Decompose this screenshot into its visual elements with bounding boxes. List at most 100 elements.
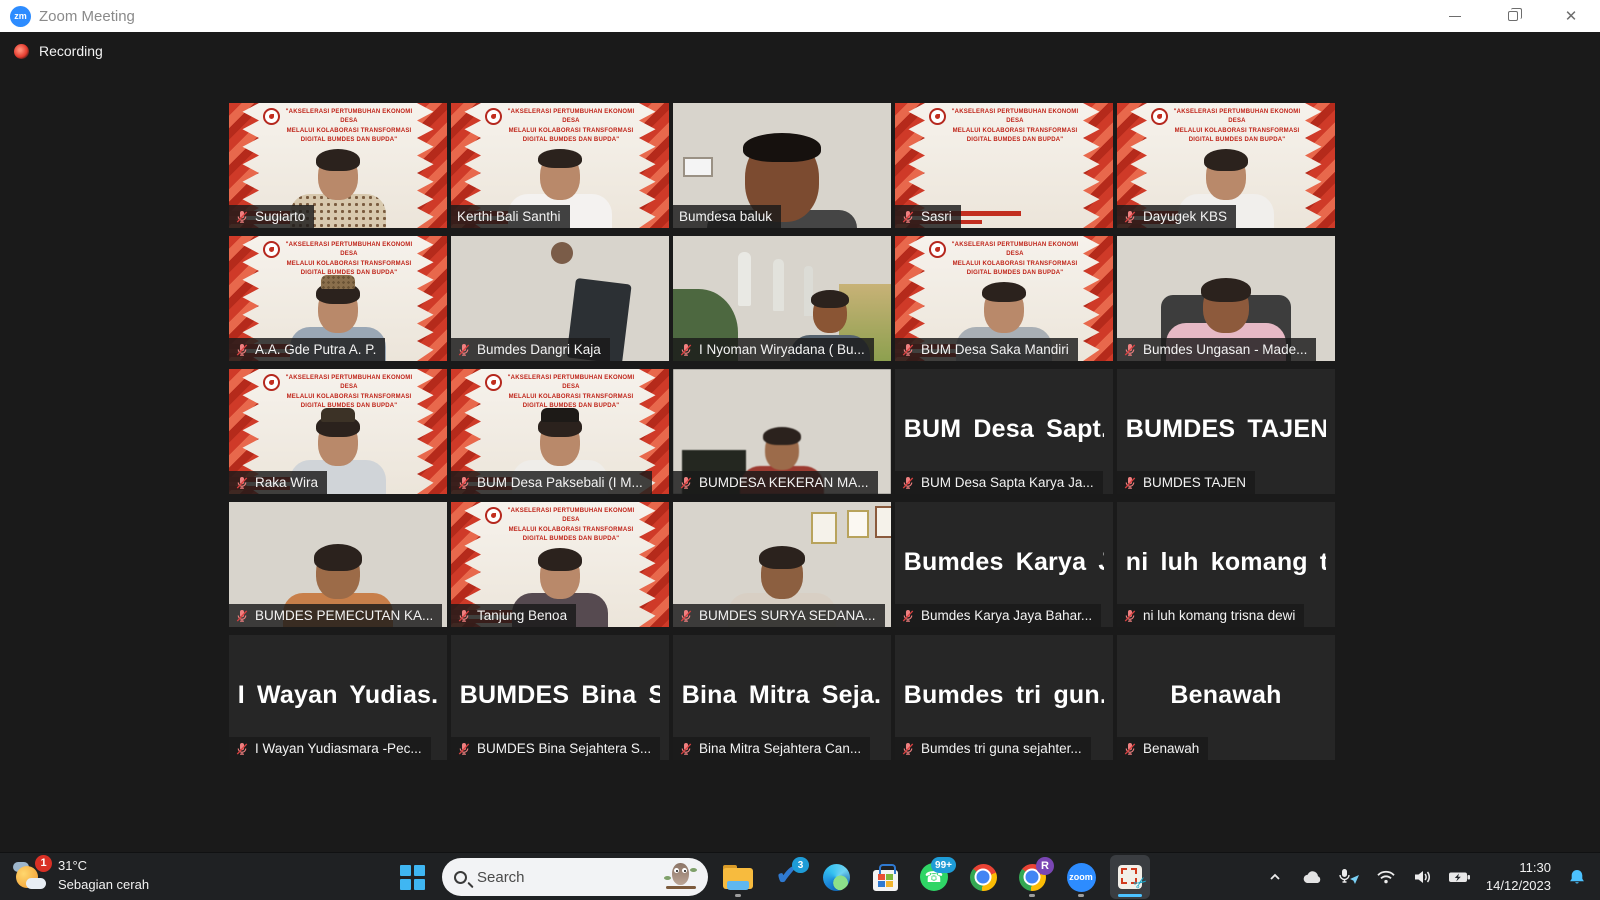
participant-big-name: BUM Desa Sapt...: [904, 415, 1105, 444]
battery-charging-icon[interactable]: [1445, 857, 1475, 897]
taskbar-app-zoom-app[interactable]: zoom: [1061, 855, 1101, 899]
participant-name-label: BUM Desa Saka Mandiri: [895, 338, 1078, 361]
muted-mic-icon: [901, 343, 915, 357]
participant-tile[interactable]: I Wayan Yudias...I Wayan Yudiasmara -Pec…: [229, 635, 447, 760]
participant-name-label: Bumdesa baluk: [673, 205, 781, 228]
tray-date: 14/12/2023: [1486, 877, 1551, 895]
muted-mic-icon: [679, 476, 693, 490]
taskbar-app-snipping-tool[interactable]: [1110, 855, 1150, 899]
start-button[interactable]: [392, 855, 432, 899]
running-indicator: [1029, 894, 1035, 897]
weather-icon: 1: [14, 860, 48, 892]
participant-name-label: Bumdes Dangri Kaja: [451, 338, 610, 361]
participant-tile[interactable]: Bina Mitra Seja...Bina Mitra Sejahtera C…: [673, 635, 891, 760]
taskbar-app-chrome-profile[interactable]: R: [1012, 855, 1052, 899]
participant-tile[interactable]: ni luh komang t...ni luh komang trisna d…: [1117, 502, 1335, 627]
volume-icon[interactable]: [1408, 857, 1438, 897]
minimize-button[interactable]: [1426, 0, 1484, 32]
participant-name-label: Tanjung Benoa: [451, 604, 576, 627]
taskbar-app-todo-check[interactable]: ✔3: [767, 855, 807, 899]
participant-tile[interactable]: BUMDES PEMECUTAN KA...: [229, 502, 447, 627]
participant-tile[interactable]: I Nyoman Wiryadana ( Bu...: [673, 236, 891, 361]
microphone-location-icon[interactable]: [1334, 857, 1364, 897]
participant-tile[interactable]: BUMDES Bina S...BUMDES Bina Sejahtera S.…: [451, 635, 669, 760]
muted-mic-icon: [901, 476, 915, 490]
muted-mic-icon: [901, 742, 915, 756]
tray-clock[interactable]: 11:30 14/12/2023: [1486, 859, 1551, 895]
participant-tile[interactable]: "AKSELERASI PERTUMBUHAN EKONOMI DESAMELA…: [1117, 103, 1335, 228]
participant-name-label: Bumdes Karya Jaya Bahar...: [895, 604, 1101, 627]
participant-tile[interactable]: Bumdes Karya J... Bumdes Karya Jaya Bahar…: [895, 502, 1113, 627]
muted-mic-icon: [235, 742, 249, 756]
participant-tile[interactable]: "AKSELERASI PERTUMBUHAN EKONOMI DESAMELA…: [895, 103, 1113, 228]
taskbar-app-file-explorer[interactable]: [718, 855, 758, 899]
close-button[interactable]: ✕: [1542, 0, 1600, 32]
search-label: Search: [477, 869, 656, 886]
participant-big-name: Bumdes tri gun...: [904, 681, 1105, 710]
taskbar-search[interactable]: Search: [442, 858, 708, 896]
taskbar-app-chrome[interactable]: [963, 855, 1003, 899]
minimize-icon: [1449, 16, 1461, 17]
participant-tile[interactable]: "AKSELERASI PERTUMBUHAN EKONOMI DESAMELA…: [229, 103, 447, 228]
participant-tile[interactable]: BUMDES SURYA SEDANA...: [673, 502, 891, 627]
restore-button[interactable]: [1484, 0, 1542, 32]
participant-tile[interactable]: Bumdesa baluk: [673, 103, 891, 228]
chrome-icon: [970, 864, 997, 891]
windows-logo-icon: [400, 865, 425, 890]
muted-mic-icon: [235, 210, 249, 224]
participant-tile[interactable]: BUM Desa Sapt... BUM Desa Sapta Karya Ja.…: [895, 369, 1113, 494]
participant-tile[interactable]: "AKSELERASI PERTUMBUHAN EKONOMI DESAMELA…: [451, 369, 669, 494]
event-logo-icon: [929, 108, 946, 125]
tray-chevron-up-icon[interactable]: [1260, 857, 1290, 897]
participant-name-label: BUMDES SURYA SEDANA...: [673, 604, 885, 627]
muted-mic-icon: [679, 343, 693, 357]
participant-tile[interactable]: "AKSELERASI PERTUMBUHAN EKONOMI DESAMELA…: [451, 103, 669, 228]
participant-tile[interactable]: "AKSELERASI PERTUMBUHAN EKONOMI DESAMELA…: [451, 502, 669, 627]
meeting-content: Recording "AKSELERASI PERTUMBUHAN EKONOM…: [0, 32, 1600, 852]
participant-tile[interactable]: BUMDES TAJENBUMDES TAJEN: [1117, 369, 1335, 494]
participant-name-label: Benawah: [1117, 737, 1208, 760]
participant-big-name: I Wayan Yudias...: [238, 681, 439, 710]
participant-tile[interactable]: Bumdes Dangri Kaja: [451, 236, 669, 361]
participant-big-name: Benawah: [1126, 681, 1327, 710]
edge-browser-icon: [823, 864, 850, 891]
taskbar-app-edge[interactable]: [816, 855, 856, 899]
onedrive-cloud-icon[interactable]: [1297, 857, 1327, 897]
participant-name-label: Bumdes Ungasan - Made...: [1117, 338, 1316, 361]
participant-name-label: BUM Desa Sapta Karya Ja...: [895, 471, 1103, 494]
participant-tile[interactable]: Benawah Benawah: [1117, 635, 1335, 760]
muted-mic-icon: [457, 476, 471, 490]
participant-tile[interactable]: "AKSELERASI PERTUMBUHAN EKONOMI DESAMELA…: [895, 236, 1113, 361]
windows-taskbar: 1 31°C Sebagian cerah Search ✔3 ☎99+ Rzoom: [0, 852, 1600, 900]
taskbar-app-whatsapp[interactable]: ☎99+: [914, 855, 954, 899]
participant-name-label: Raka Wira: [229, 471, 327, 494]
notification-bell-icon[interactable]: [1562, 857, 1592, 897]
muted-mic-icon: [457, 343, 471, 357]
search-owl-image: [666, 862, 696, 892]
muted-mic-icon: [235, 476, 249, 490]
app-badge: 99+: [931, 857, 956, 873]
participant-name-label: Bumdes tri guna sejahter...: [895, 737, 1091, 760]
participant-tile[interactable]: Bumdes tri gun... Bumdes tri guna sejahte…: [895, 635, 1113, 760]
participant-tile[interactable]: Bumdes Ungasan - Made...: [1117, 236, 1335, 361]
muted-mic-icon: [1123, 210, 1137, 224]
participant-name-label: Dayugek KBS: [1117, 205, 1236, 228]
weather-widget[interactable]: 1 31°C Sebagian cerah: [14, 857, 149, 895]
recording-label: Recording: [39, 43, 103, 59]
participant-name-label: ni luh komang trisna dewi: [1117, 604, 1304, 627]
participant-big-name: BUMDES Bina S...: [460, 681, 661, 710]
taskbar-app-store[interactable]: [865, 855, 905, 899]
participant-tile[interactable]: "AKSELERASI PERTUMBUHAN EKONOMI DESAMELA…: [229, 236, 447, 361]
zoom-taskbar-icon: zoom: [1067, 863, 1096, 892]
app-badge: 3: [792, 857, 809, 873]
system-tray: 11:30 14/12/2023: [1260, 853, 1592, 900]
muted-mic-icon: [901, 609, 915, 623]
participant-tile[interactable]: BUMDESA KEKERAN MA...: [673, 369, 891, 494]
running-indicator: [735, 894, 741, 897]
weather-condition: Sebagian cerah: [58, 876, 149, 895]
wifi-icon[interactable]: [1371, 857, 1401, 897]
zoom-meeting-window: zm Zoom Meeting ✕ Recording "AKSELERASI …: [0, 0, 1600, 900]
participant-big-name: Bumdes Karya J...: [904, 548, 1105, 577]
participant-tile[interactable]: "AKSELERASI PERTUMBUHAN EKONOMI DESAMELA…: [229, 369, 447, 494]
restore-icon: [1508, 11, 1518, 21]
